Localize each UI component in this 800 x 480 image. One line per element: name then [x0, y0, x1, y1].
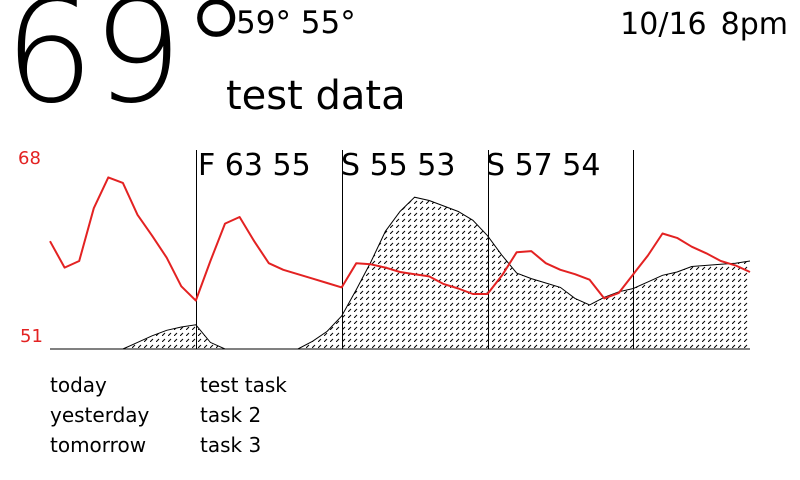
list-item: tomorrow — [50, 433, 147, 457]
date-list: today yesterday tomorrow — [50, 370, 149, 460]
y-axis-min-label: 51 — [20, 326, 43, 347]
task-list: test task task 2 task 3 — [200, 370, 287, 460]
day-forecast-label: S 55 53 — [341, 148, 456, 183]
list-item: task 2 — [200, 403, 262, 427]
list-item: yesterday — [50, 403, 150, 427]
list-item: test task — [200, 373, 287, 397]
list-item: today — [50, 373, 107, 397]
hatched-area-series — [50, 197, 750, 349]
y-axis-max-label: 68 — [18, 148, 41, 169]
day-forecast-label: S 57 54 — [486, 148, 601, 183]
list-item: task 3 — [200, 433, 262, 457]
day-forecast-label: F 63 55 — [198, 148, 311, 183]
